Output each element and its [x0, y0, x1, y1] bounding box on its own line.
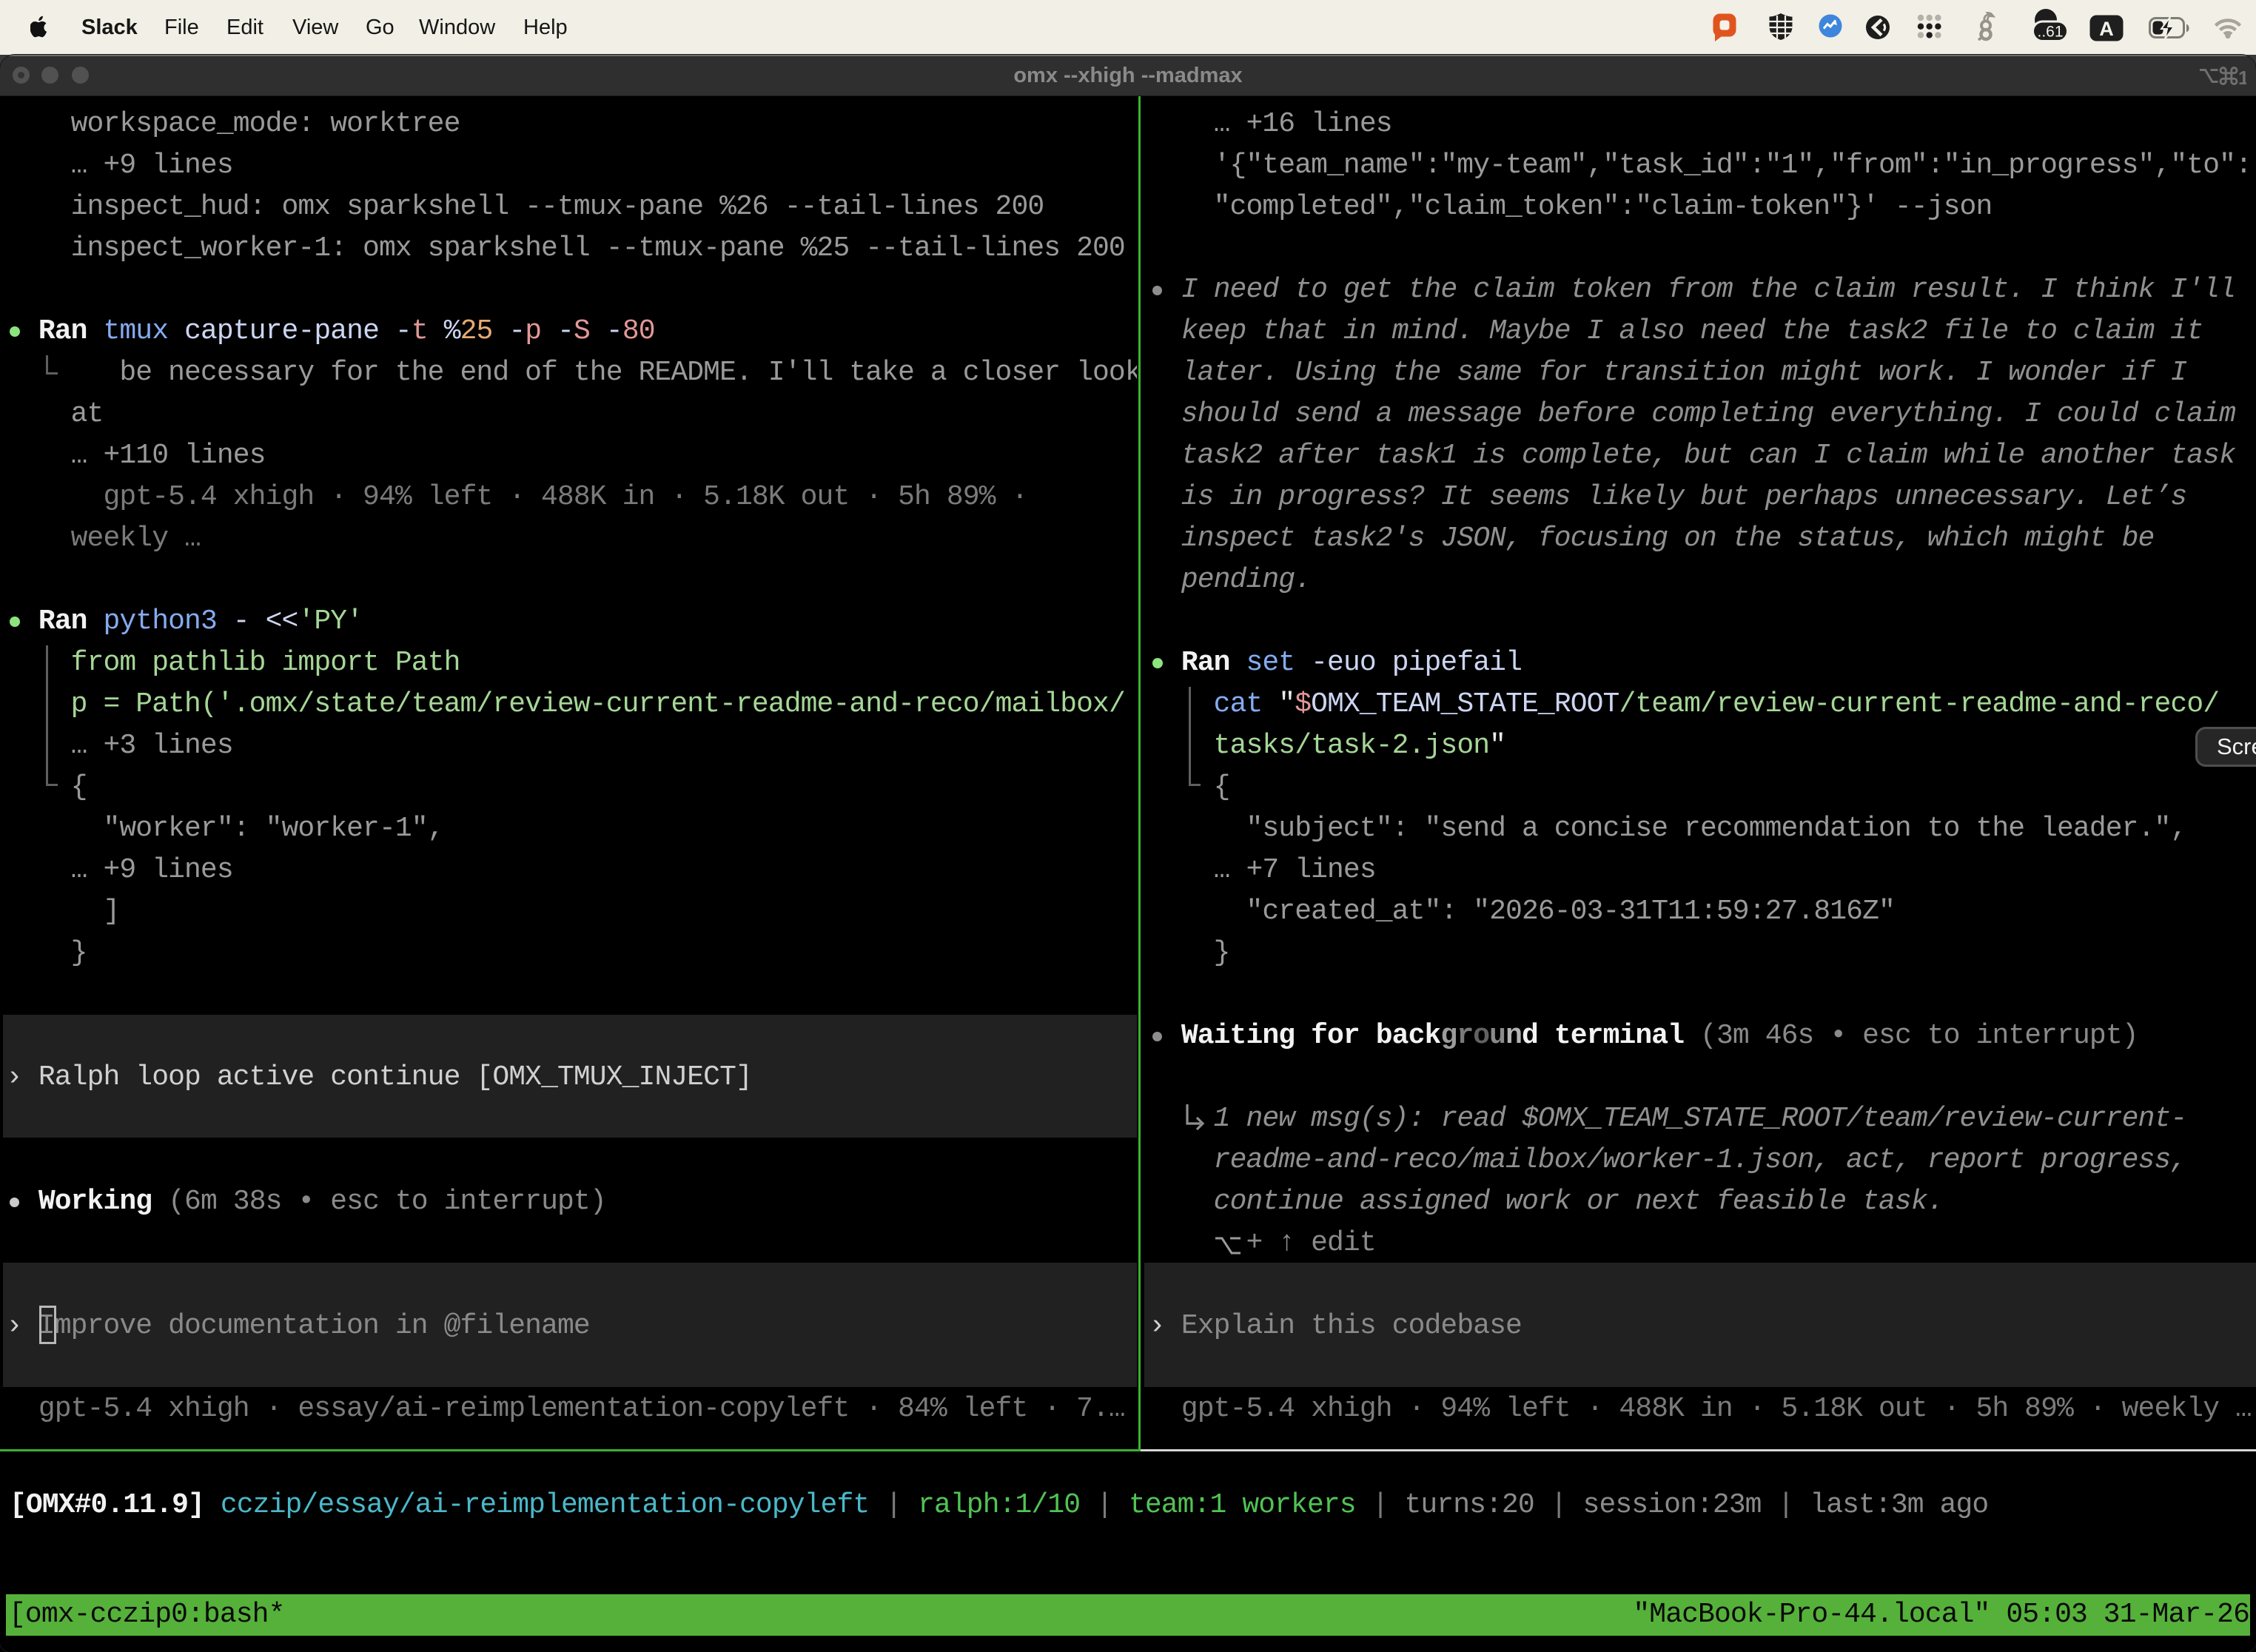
svg-text:A: A: [2099, 18, 2114, 40]
svg-text:..61: ..61: [2037, 24, 2063, 41]
svg-text:1: 1: [2238, 67, 2246, 88]
